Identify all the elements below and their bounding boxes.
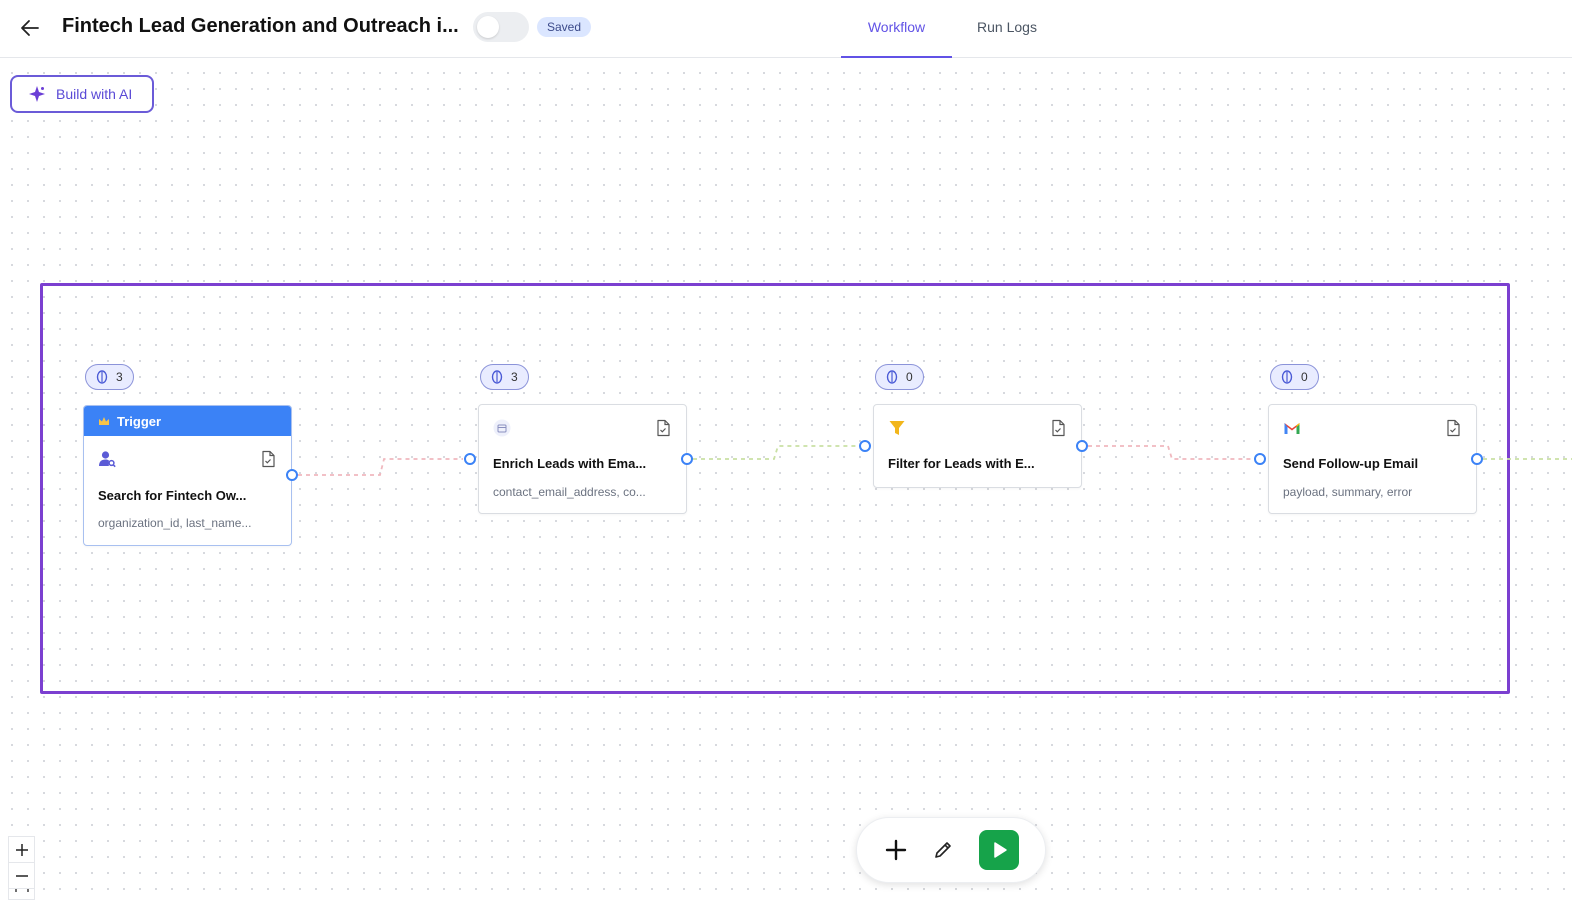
fit-view-button[interactable] bbox=[9, 889, 34, 899]
run-workflow-button[interactable] bbox=[979, 830, 1019, 870]
node-subtitle: contact_email_address, co... bbox=[493, 485, 646, 499]
input-port[interactable] bbox=[1254, 453, 1266, 465]
output-port[interactable] bbox=[286, 469, 298, 481]
output-port[interactable] bbox=[681, 453, 693, 465]
status-badge: Saved bbox=[537, 17, 592, 37]
plus-icon bbox=[15, 843, 28, 856]
document-icon[interactable] bbox=[259, 450, 277, 468]
back-arrow-icon[interactable] bbox=[16, 14, 44, 42]
input-port[interactable] bbox=[859, 440, 871, 452]
build-with-ai-button[interactable]: Build with AI bbox=[10, 75, 154, 113]
document-icon[interactable] bbox=[654, 419, 672, 437]
input-port[interactable] bbox=[464, 453, 476, 465]
trigger-header: Trigger bbox=[84, 406, 291, 436]
top-bar: Fintech Lead Generation and Outreach i..… bbox=[0, 0, 1572, 58]
coin-icon bbox=[96, 370, 108, 384]
fit-view-icon bbox=[14, 889, 29, 892]
node-run-count-badge: 0 bbox=[1270, 364, 1319, 390]
workflow-active-toggle[interactable] bbox=[473, 12, 529, 42]
workflow-title[interactable]: Fintech Lead Generation and Outreach i..… bbox=[62, 15, 459, 38]
play-icon bbox=[994, 842, 1007, 858]
run-count: 3 bbox=[116, 370, 123, 384]
gmail-icon bbox=[1284, 423, 1300, 434]
toggle-knob bbox=[477, 16, 499, 38]
minus-icon bbox=[15, 874, 28, 877]
pencil-icon bbox=[935, 842, 951, 858]
node-subtitle: organization_id, last_name... bbox=[98, 516, 252, 530]
workflow-node-trigger[interactable]: Trigger Search for Fintech Ow... organiz… bbox=[83, 405, 292, 546]
edit-button[interactable] bbox=[923, 830, 963, 870]
node-run-count-badge: 3 bbox=[480, 364, 529, 390]
node-subtitle: payload, summary, error bbox=[1283, 485, 1413, 499]
node-title: Send Follow-up Email bbox=[1283, 456, 1419, 471]
build-with-ai-label: Build with AI bbox=[56, 86, 133, 102]
enrich-app-icon bbox=[493, 419, 511, 437]
run-count: 0 bbox=[906, 370, 913, 384]
workflow-node-send-email[interactable]: Send Follow-up Email payload, summary, e… bbox=[1268, 404, 1477, 514]
add-node-button[interactable] bbox=[876, 830, 916, 870]
trigger-label: Trigger bbox=[117, 413, 162, 429]
sparkle-icon bbox=[29, 86, 45, 102]
zoom-in-button[interactable] bbox=[9, 837, 34, 863]
zoom-controls bbox=[8, 836, 35, 900]
node-title: Search for Fintech Ow... bbox=[98, 488, 247, 503]
tab-run-logs[interactable]: Run Logs bbox=[962, 0, 1052, 58]
coin-icon bbox=[886, 370, 898, 384]
run-count: 0 bbox=[1301, 370, 1308, 384]
person-search-icon bbox=[99, 451, 116, 468]
node-title: Enrich Leads with Ema... bbox=[493, 456, 647, 471]
output-port[interactable] bbox=[1471, 453, 1483, 465]
output-port[interactable] bbox=[1076, 440, 1088, 452]
run-count: 3 bbox=[511, 370, 518, 384]
document-icon[interactable] bbox=[1049, 419, 1067, 437]
document-icon[interactable] bbox=[1444, 419, 1462, 437]
canvas-toolbar bbox=[856, 817, 1046, 883]
zoom-out-button[interactable] bbox=[9, 863, 34, 889]
crown-icon bbox=[99, 417, 109, 425]
workflow-node-enrich[interactable]: Enrich Leads with Ema... contact_email_a… bbox=[478, 404, 687, 514]
workflow-node-filter[interactable]: Filter for Leads with E... bbox=[873, 404, 1082, 488]
filter-icon bbox=[889, 421, 905, 435]
plus-icon bbox=[885, 839, 907, 861]
coin-icon bbox=[491, 370, 503, 384]
node-run-count-badge: 3 bbox=[85, 364, 134, 390]
tab-workflow[interactable]: Workflow bbox=[841, 0, 952, 58]
coin-icon bbox=[1281, 370, 1293, 384]
node-run-count-badge: 0 bbox=[875, 364, 924, 390]
node-title: Filter for Leads with E... bbox=[888, 456, 1035, 471]
